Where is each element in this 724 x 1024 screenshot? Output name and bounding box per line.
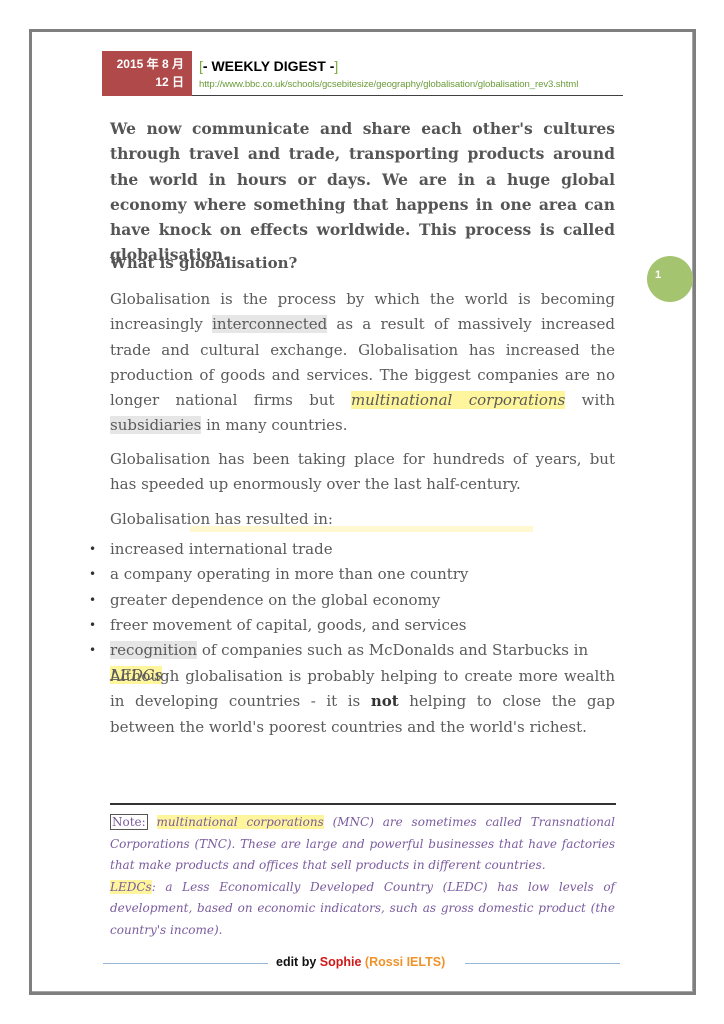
bullet-icon: •: [89, 617, 97, 632]
editor-name: Sophie: [319, 955, 362, 969]
header-divider: [192, 95, 623, 96]
highlight-subsidiaries: subsidiaries: [110, 416, 202, 435]
list-item: • freer movement of capital, goods, and s…: [84, 613, 615, 638]
bracket-close: ]: [334, 58, 339, 74]
paragraph-conclusion: Although globalisation is probably helpi…: [110, 667, 615, 736]
note-divider: [110, 803, 616, 805]
date-line-2: 12 日: [155, 75, 184, 89]
note-term-ledcs: LEDCs: [110, 879, 152, 894]
date-box: 2015 年 8 月 12 日: [102, 51, 192, 96]
paragraph-definition: Globalisation is the process by which th…: [110, 290, 616, 435]
highlight-recognition: recognition: [110, 641, 198, 660]
note-label: Note:: [110, 814, 148, 830]
list-item: • greater dependence on the global econom…: [84, 588, 615, 613]
page-number-badge: 1: [647, 256, 693, 302]
bullet-icon: •: [89, 592, 97, 607]
bullet-icon: •: [89, 643, 97, 658]
footer-rule-right: [465, 963, 620, 964]
date-line-1: 2015 年 8 月: [116, 57, 184, 71]
list-item: • a company operating in more than one co…: [84, 562, 615, 587]
footnote: Note: multinational corporations (MNC) a…: [110, 814, 615, 937]
header-title: [- WEEKLY DIGEST -]: [199, 58, 338, 74]
source-url[interactable]: http://www.bbc.co.uk/schools/gcsebitesiz…: [199, 79, 578, 90]
lead-paragraph: We now communicate and share each other'…: [110, 119, 615, 265]
editor-org: (Rossi IELTS): [361, 955, 446, 969]
emphasis-not: not: [370, 692, 399, 711]
footer-credit: edit by Sophie (Rossi IELTS): [276, 955, 446, 969]
title-text: - WEEKLY DIGEST -: [202, 58, 335, 74]
bullet-icon: •: [89, 542, 97, 556]
paragraph-history: Globalisation has been taking place for …: [110, 450, 615, 494]
bullet-icon: •: [89, 567, 97, 582]
footer-rule-left: [103, 963, 268, 964]
highlight-multinational: multinational corporations: [350, 391, 566, 410]
highlight-bar: [190, 526, 533, 532]
list-item: • increased international trade: [84, 537, 615, 562]
highlight-interconnected: interconnected: [212, 315, 328, 334]
section-heading: What is globalisation?: [110, 254, 298, 272]
note-term-mnc: multinational corporations: [156, 815, 324, 829]
